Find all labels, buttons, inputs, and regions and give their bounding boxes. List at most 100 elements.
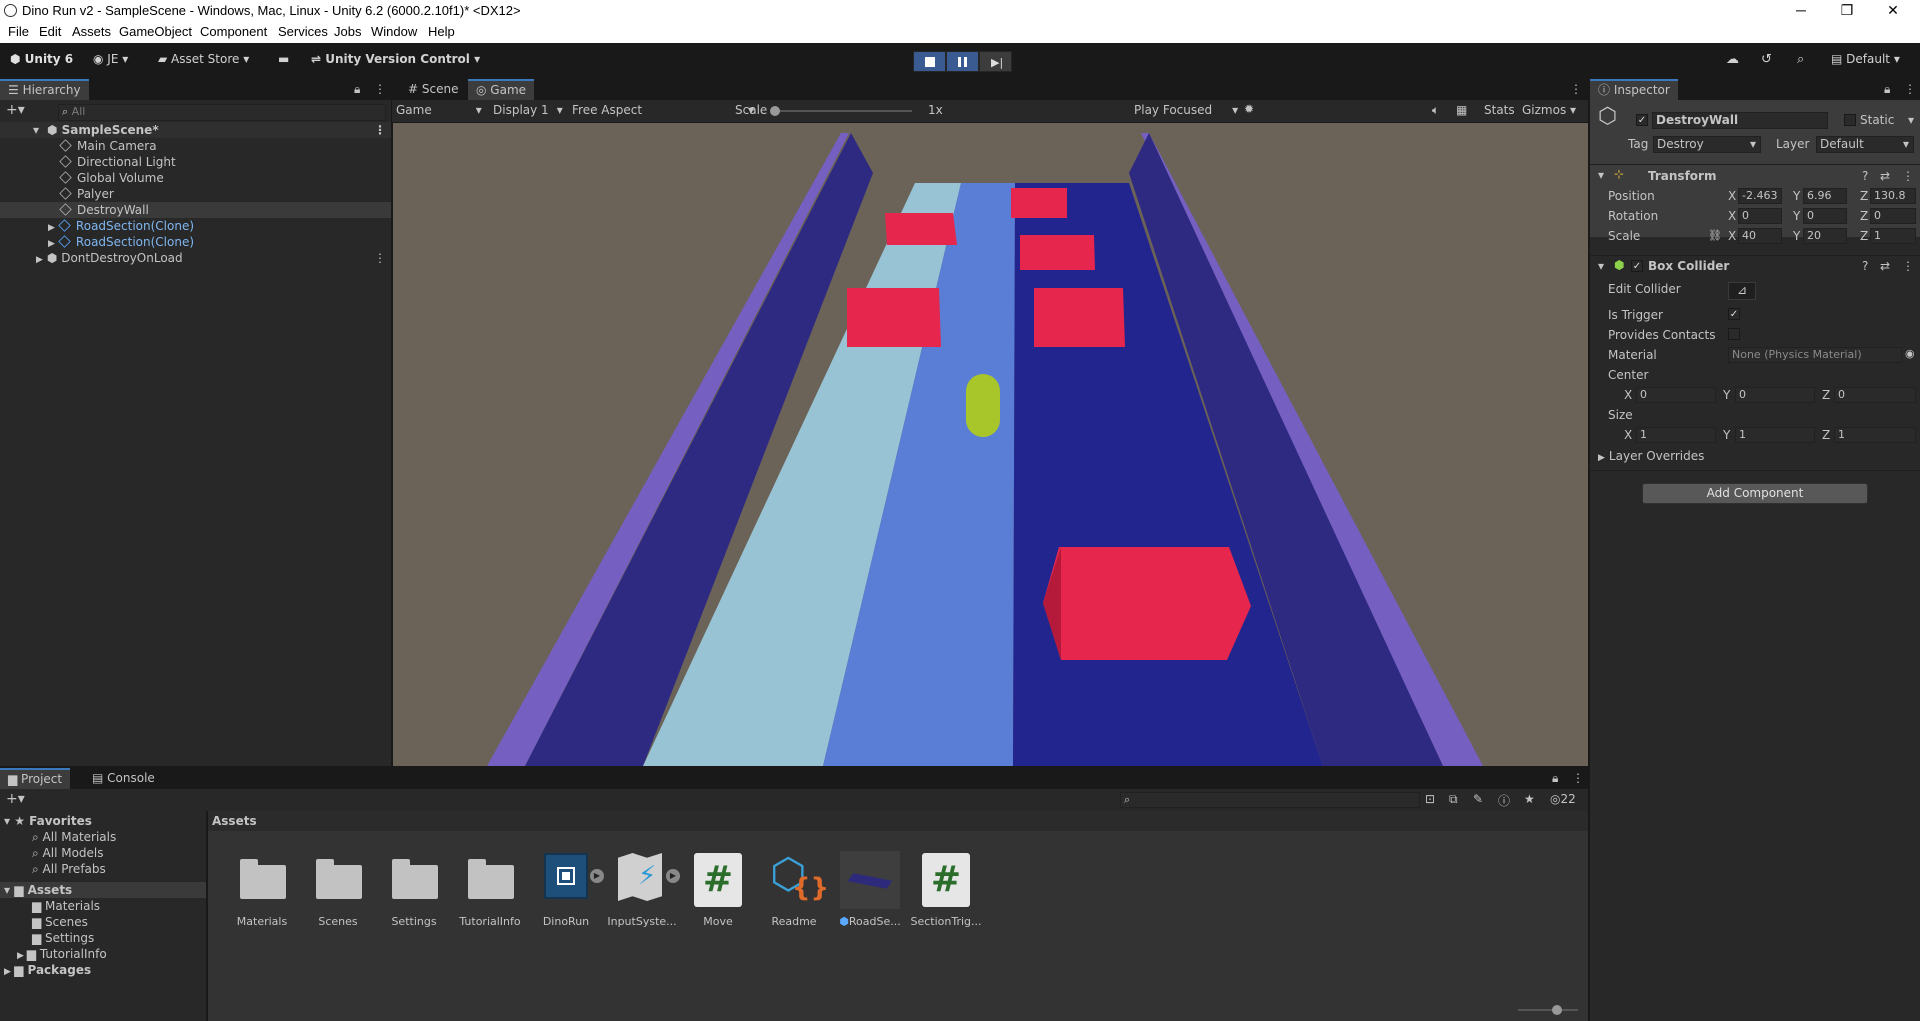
help-icon[interactable]: ? (1862, 169, 1868, 183)
menu-services[interactable]: Services (278, 24, 328, 39)
center-z-field[interactable]: 0 (1834, 387, 1916, 403)
lock-icon[interactable]: 🔒︎ (1552, 771, 1558, 786)
kebab-menu-icon[interactable]: ⋮ (1902, 169, 1914, 183)
asset-folder-node[interactable]: ▆ Materials (32, 899, 100, 913)
grid-icon[interactable]: ▦ (1456, 103, 1467, 117)
preset-icon[interactable]: ⇄ (1880, 259, 1890, 273)
menu-assets[interactable]: Assets (72, 24, 111, 39)
asset-item-readme[interactable]: ⬡ {} Readme (756, 851, 832, 931)
tab-hierarchy[interactable]: ☰ Hierarchy (0, 79, 89, 100)
pause-button[interactable] (946, 51, 979, 72)
search-by-label-icon[interactable]: ⧉ (1449, 792, 1458, 807)
scale-slider[interactable] (770, 106, 912, 116)
menu-file[interactable]: File (8, 24, 29, 39)
menu-window[interactable]: Window (371, 24, 417, 39)
asset-item-settings[interactable]: Settings (376, 851, 452, 931)
static-dropdown[interactable]: ▾ (1908, 113, 1914, 127)
size-y-field[interactable]: 1 (1735, 427, 1815, 443)
box-collider-enabled-checkbox[interactable]: ✓ (1631, 260, 1643, 272)
game-render-viewport[interactable] (393, 123, 1588, 766)
kebab-menu-icon[interactable]: ⋮ (374, 122, 386, 138)
position-x-field[interactable]: -2.463 (1738, 188, 1782, 204)
help-icon[interactable]: ? (1862, 259, 1868, 273)
scale-z-field[interactable]: 1 (1870, 228, 1916, 244)
object-name-field[interactable]: DestroyWall (1652, 112, 1828, 129)
rotation-y-field[interactable]: 0 (1803, 208, 1847, 224)
favorite-item[interactable]: ⌕ All Materials (32, 830, 116, 845)
package-icon[interactable]: ▬ (278, 52, 289, 66)
display-dropdown[interactable]: Display 1 ▾ (493, 103, 563, 117)
favorite-item[interactable]: ⌕ All Prefabs (32, 862, 106, 877)
scale-x-field[interactable]: 40 (1738, 228, 1782, 244)
scale-slider-thumb[interactable] (770, 106, 780, 116)
kebab-menu-icon[interactable]: ⋮ (1902, 259, 1914, 273)
favorite-item[interactable]: ⌕ All Models (32, 846, 104, 861)
step-button[interactable]: ▶| (979, 51, 1012, 72)
asset-item-dinorun[interactable]: ▶ DinoRun (528, 851, 604, 931)
scene-row[interactable]: ▾ ⬢ SampleScene* ⋮ (0, 122, 391, 138)
asset-item-materials[interactable]: Materials (224, 851, 300, 931)
tag-dropdown[interactable]: Destroy ▾ (1653, 136, 1761, 153)
project-search-input[interactable]: ⌕ (1120, 792, 1420, 808)
assets-node[interactable]: ▾ ▆ Assets (0, 882, 206, 898)
material-field[interactable]: None (Physics Material) (1728, 347, 1902, 363)
hierarchy-item[interactable]: ▶ RoadSection(Clone) (48, 234, 194, 250)
tab-console[interactable]: ▤ Console (84, 768, 163, 789)
is-trigger-checkbox[interactable]: ✓ (1728, 308, 1740, 320)
favorite-star-icon[interactable]: ★ (1524, 792, 1535, 806)
cloud-icon[interactable]: ☁ (1726, 52, 1739, 67)
hierarchy-item[interactable]: ▶ RoadSection(Clone) (48, 218, 194, 234)
menu-component[interactable]: Component (200, 24, 267, 39)
add-component-button[interactable]: Add Component (1642, 483, 1868, 504)
size-z-field[interactable]: 1 (1834, 427, 1916, 443)
kebab-menu-icon[interactable]: ⋮ (374, 82, 386, 96)
kebab-menu-icon[interactable]: ⋮ (374, 250, 386, 266)
preset-icon[interactable]: ⇄ (1880, 169, 1890, 183)
asset-store-button[interactable]: ▰ Asset Store ▾ (158, 52, 249, 66)
hierarchy-item-selected[interactable]: DestroyWall (0, 202, 391, 218)
menu-help[interactable]: Help (428, 24, 455, 39)
aspect-dropdown[interactable]: Free Aspect ▾ (572, 103, 754, 117)
size-x-field[interactable]: 1 (1636, 427, 1716, 443)
stats-button[interactable]: Stats (1484, 103, 1515, 117)
rotation-z-field[interactable]: 0 (1870, 208, 1916, 224)
dont-destroy-row[interactable]: ▶ ⬢ DontDestroyOnLoad ⋮ (36, 250, 391, 266)
asset-item-scenes[interactable]: Scenes (300, 851, 376, 931)
audio-icon[interactable]: 🔈︎ (1432, 103, 1439, 118)
hierarchy-item[interactable]: Directional Light (59, 154, 176, 170)
asset-item-inputsystem[interactable]: ⚡ ▶ InputSyste... (604, 851, 680, 931)
lock-icon[interactable]: 🔒︎ (354, 82, 360, 97)
asset-item-sectiontrigger[interactable]: # SectionTrig... (908, 851, 984, 931)
asset-folder-node[interactable]: ▶ ▆ TutorialInfo (17, 947, 107, 961)
layout-dropdown[interactable]: ▤ Default ▾ (1831, 52, 1900, 66)
hierarchy-item[interactable]: Global Volume (59, 170, 164, 186)
static-checkbox[interactable] (1844, 114, 1856, 126)
asset-folder-node[interactable]: ▆ Scenes (32, 915, 88, 929)
icon-size-slider[interactable] (1518, 1005, 1578, 1015)
search-icon[interactable]: ⌕ (1797, 52, 1804, 67)
position-z-field[interactable]: 130.8 (1870, 188, 1916, 204)
hierarchy-item[interactable]: Palyer (59, 186, 114, 202)
minimize-button[interactable]: ─ (1778, 0, 1824, 22)
hidden-count[interactable]: ◎22 (1550, 792, 1576, 806)
position-y-field[interactable]: 6.96 (1803, 188, 1847, 204)
close-button[interactable]: ✕ (1870, 0, 1916, 22)
tag-icon[interactable]: ✎ (1473, 792, 1483, 806)
tab-scene[interactable]: # Scene (400, 79, 466, 100)
object-picker-icon[interactable]: ◉ (1905, 347, 1915, 360)
favorites-node[interactable]: ▾ ★ Favorites (4, 814, 92, 828)
icon-size-slider-thumb[interactable] (1552, 1005, 1562, 1015)
asset-item-tutorialinfo[interactable]: TutorialInfo (452, 851, 528, 931)
history-icon[interactable]: ↺ (1761, 52, 1772, 67)
active-checkbox[interactable]: ✓ (1636, 114, 1648, 126)
hierarchy-search-input[interactable]: ⌕ All (58, 104, 386, 121)
asset-folder-node[interactable]: ▆ Settings (32, 931, 94, 945)
link-icon[interactable]: ⛓ (1708, 229, 1722, 242)
kebab-menu-icon[interactable]: ⋮ (1572, 771, 1584, 785)
layer-dropdown[interactable]: Default ▾ (1816, 136, 1914, 153)
collapse-arrow-icon[interactable]: ▾ (1598, 259, 1604, 273)
asset-item-roadsection[interactable]: ⬢RoadSe... (832, 851, 908, 931)
kebab-menu-icon[interactable]: ⋮ (1570, 82, 1582, 96)
edit-collider-button[interactable]: ⊿ (1728, 282, 1756, 300)
account-button[interactable]: ◉ JE ▾ (93, 52, 128, 66)
